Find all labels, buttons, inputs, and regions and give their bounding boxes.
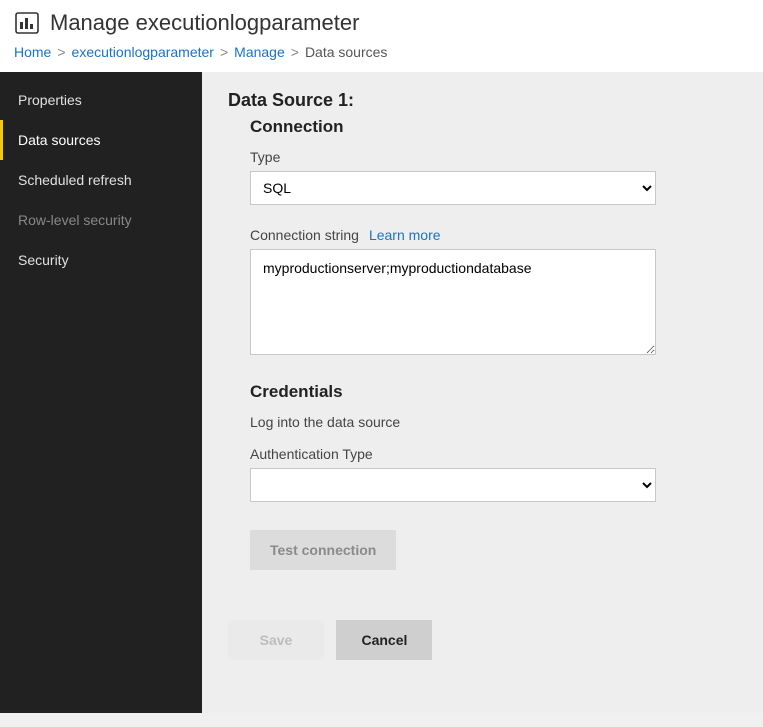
type-label: Type [250, 149, 737, 165]
credentials-header: Credentials [250, 382, 737, 402]
sidebar-item-row-level-security[interactable]: Row-level security [0, 200, 202, 240]
data-source-title: Data Source 1: [228, 90, 737, 111]
breadcrumb-manage[interactable]: Manage [234, 44, 285, 60]
breadcrumb: Home > executionlogparameter > Manage > … [14, 44, 749, 66]
breadcrumb-current: Data sources [305, 44, 387, 60]
report-bar-icon [14, 10, 40, 36]
save-button[interactable]: Save [228, 620, 324, 660]
type-select[interactable]: SQL [250, 171, 656, 205]
breadcrumb-item[interactable]: executionlogparameter [72, 44, 214, 60]
chevron-right-icon: > [291, 44, 299, 60]
learn-more-link[interactable]: Learn more [369, 227, 441, 243]
credentials-hint: Log into the data source [250, 414, 737, 430]
sidebar-nav: Properties Data sources Scheduled refres… [0, 72, 202, 713]
test-connection-button[interactable]: Test connection [250, 530, 396, 570]
connection-string-label: Connection string [250, 227, 359, 243]
breadcrumb-home[interactable]: Home [14, 44, 51, 60]
auth-type-label: Authentication Type [250, 446, 737, 462]
page-title: Manage executionlogparameter [50, 10, 359, 36]
chevron-right-icon: > [220, 44, 228, 60]
connection-string-input[interactable] [250, 249, 656, 355]
sidebar-item-data-sources[interactable]: Data sources [0, 120, 202, 160]
sidebar-item-properties[interactable]: Properties [0, 80, 202, 120]
connection-header: Connection [250, 117, 737, 137]
main-panel: Data Source 1: Connection Type SQL Conne… [202, 72, 763, 713]
sidebar-item-scheduled-refresh[interactable]: Scheduled refresh [0, 160, 202, 200]
auth-type-select[interactable] [250, 468, 656, 502]
chevron-right-icon: > [57, 44, 65, 60]
page-header: Manage executionlogparameter Home > exec… [0, 0, 763, 72]
cancel-button[interactable]: Cancel [336, 620, 432, 660]
sidebar-item-security[interactable]: Security [0, 240, 202, 280]
